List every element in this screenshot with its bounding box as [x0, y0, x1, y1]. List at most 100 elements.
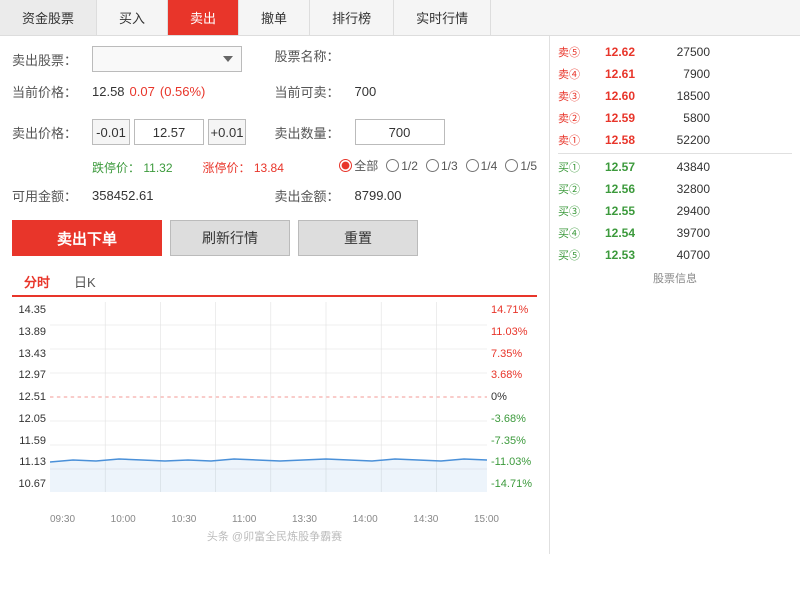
y-label-7: 11.13	[12, 456, 50, 468]
content-area: 卖出股票： 股票名称： 当前价格： 12.58	[0, 36, 800, 554]
stock-select[interactable]	[92, 46, 242, 72]
sell-qty-input[interactable]	[355, 119, 445, 145]
radio-fifth[interactable]: 1/5	[505, 159, 537, 173]
sell4-price: 12.61	[590, 67, 650, 81]
right-content: 卖⑤ 12.62 27500 卖④ 12.61 7900 卖③ 12.60 18…	[550, 36, 800, 554]
pct-label-2: 7.35%	[487, 348, 537, 360]
buy2-price: 12.56	[590, 182, 650, 196]
row-amounts: 可用金额： 358452.61 卖出金额： 8799.00	[12, 186, 537, 205]
chart-pct-labels: 14.71% 11.03% 7.35% 3.68% 0% -3.68% -7.3…	[487, 302, 537, 492]
buy3-volume: 29400	[650, 204, 710, 218]
y-label-5: 12.05	[12, 413, 50, 425]
sell-stock-section: 卖出股票：	[12, 46, 275, 72]
sell-order-5: 卖⑤ 12.62 27500	[558, 41, 792, 63]
radio-all-input[interactable]	[339, 159, 352, 172]
watermark: 头条 @卯富全民炼股争霸赛	[12, 528, 537, 544]
sell2-label: 卖②	[558, 110, 590, 126]
buy5-volume: 40700	[650, 248, 710, 262]
available-sell-section: 当前可卖： 700	[275, 82, 538, 101]
row-sell-stock: 卖出股票： 股票名称：	[12, 46, 537, 72]
radio-fifth-input[interactable]	[505, 159, 518, 172]
pct-label-8: -14.71%	[487, 478, 537, 490]
row-price-avail: 当前价格： 12.58 0.07 (0.56%) 当前可卖： 700	[12, 82, 537, 101]
buy4-label: 买④	[558, 225, 590, 241]
tab-buy[interactable]: 买入	[97, 0, 168, 35]
current-price-section: 当前价格： 12.58 0.07 (0.56%)	[12, 82, 275, 101]
sell3-volume: 18500	[650, 89, 710, 103]
reset-btn[interactable]: 重置	[298, 220, 418, 256]
available-amount-label: 可用金额：	[12, 186, 92, 205]
price-input[interactable]	[134, 119, 204, 145]
sell-amount-section: 卖出金额： 8799.00	[275, 186, 538, 205]
pct-label-3: 3.68%	[487, 369, 537, 381]
tab-sell[interactable]: 卖出	[168, 0, 239, 35]
stock-name-label: 股票名称：	[275, 46, 355, 65]
limit-down-hint: 跌停价： 11.32	[92, 159, 173, 176]
stock-name-section: 股票名称：	[275, 46, 538, 65]
tab-ranking[interactable]: 排行榜	[310, 0, 394, 35]
price-minus-btn[interactable]: -0.01	[92, 119, 130, 145]
buy3-price: 12.55	[590, 204, 650, 218]
chart-tab-daily[interactable]: 日K	[62, 268, 108, 295]
buy-order-2: 买② 12.56 32800	[558, 178, 792, 200]
sell-order-2: 卖② 12.59 5800	[558, 107, 792, 129]
x-label-7: 15:00	[474, 514, 499, 525]
stock-name-value	[355, 49, 375, 63]
y-label-1: 13.89	[12, 326, 50, 338]
y-label-0: 14.35	[12, 304, 50, 316]
sell5-volume: 27500	[650, 45, 710, 59]
pct-label-4: 0%	[487, 391, 537, 403]
radio-third[interactable]: 1/3	[426, 159, 458, 173]
sell-amount-label: 卖出金额：	[275, 186, 355, 205]
order-divider	[558, 153, 792, 154]
buy5-price: 12.53	[590, 248, 650, 262]
buy-order-4: 买④ 12.54 39700	[558, 222, 792, 244]
x-label-0: 09:30	[50, 514, 75, 525]
refresh-btn[interactable]: 刷新行情	[170, 220, 290, 256]
tab-cancel[interactable]: 撤单	[239, 0, 310, 35]
price-plus-btn[interactable]: +0.01	[208, 119, 246, 145]
sell2-price: 12.59	[590, 111, 650, 125]
radio-all[interactable]: 全部	[339, 157, 378, 174]
x-label-3: 11:00	[232, 514, 256, 525]
sell-order-btn[interactable]: 卖出下单	[12, 220, 162, 256]
pct-label-0: 14.71%	[487, 304, 537, 316]
sell2-volume: 5800	[650, 111, 710, 125]
sell4-volume: 7900	[650, 67, 710, 81]
available-sell-label: 当前可卖：	[275, 82, 355, 101]
available-sell-value: 700	[355, 84, 377, 99]
price-hints: 跌停价： 11.32 涨停价： 13.84	[92, 159, 284, 176]
radio-half[interactable]: 1/2	[386, 159, 418, 173]
x-label-6: 14:30	[413, 514, 438, 525]
buy4-price: 12.54	[590, 226, 650, 240]
tab-realtime[interactable]: 实时行情	[394, 0, 491, 35]
sell-qty-section: 卖出数量：	[275, 119, 538, 145]
buy5-label: 买⑤	[558, 247, 590, 263]
radio-third-input[interactable]	[426, 159, 439, 172]
buy2-volume: 32800	[650, 182, 710, 196]
row-sell-price-qty: 卖出价格： -0.01 +0.01 卖出数量：	[12, 119, 537, 145]
radio-half-input[interactable]	[386, 159, 399, 172]
radio-quarter[interactable]: 1/4	[466, 159, 498, 173]
sell-amount-value: 8799.00	[355, 188, 402, 203]
limit-up-hint: 涨停价： 13.84	[203, 159, 284, 176]
chart-tab-minute[interactable]: 分时	[12, 268, 62, 297]
sell-stock-label: 卖出股票：	[12, 50, 92, 69]
buy3-label: 买③	[558, 203, 590, 219]
buy-order-3: 买③ 12.55 29400	[558, 200, 792, 222]
y-label-4: 12.51	[12, 391, 50, 403]
chart-svg	[50, 302, 487, 492]
sell1-label: 卖①	[558, 132, 590, 148]
current-price-label: 当前价格：	[12, 82, 92, 101]
sell1-price: 12.58	[590, 133, 650, 147]
tab-assets[interactable]: 资金股票	[0, 0, 97, 35]
x-label-2: 10:30	[171, 514, 196, 525]
sell-order-3: 卖③ 12.60 18500	[558, 85, 792, 107]
price-change-pct: (0.56%)	[160, 84, 206, 99]
sell-price-section: 卖出价格： -0.01 +0.01	[12, 119, 275, 145]
radio-quarter-input[interactable]	[466, 159, 479, 172]
price-change: 0.07	[130, 84, 155, 99]
sell5-label: 卖⑤	[558, 44, 590, 60]
page-wrapper: 资金股票 买入 卖出 撤单 排行榜 实时行情 卖出股票： 股票名称：	[0, 0, 800, 554]
sell4-label: 卖④	[558, 66, 590, 82]
